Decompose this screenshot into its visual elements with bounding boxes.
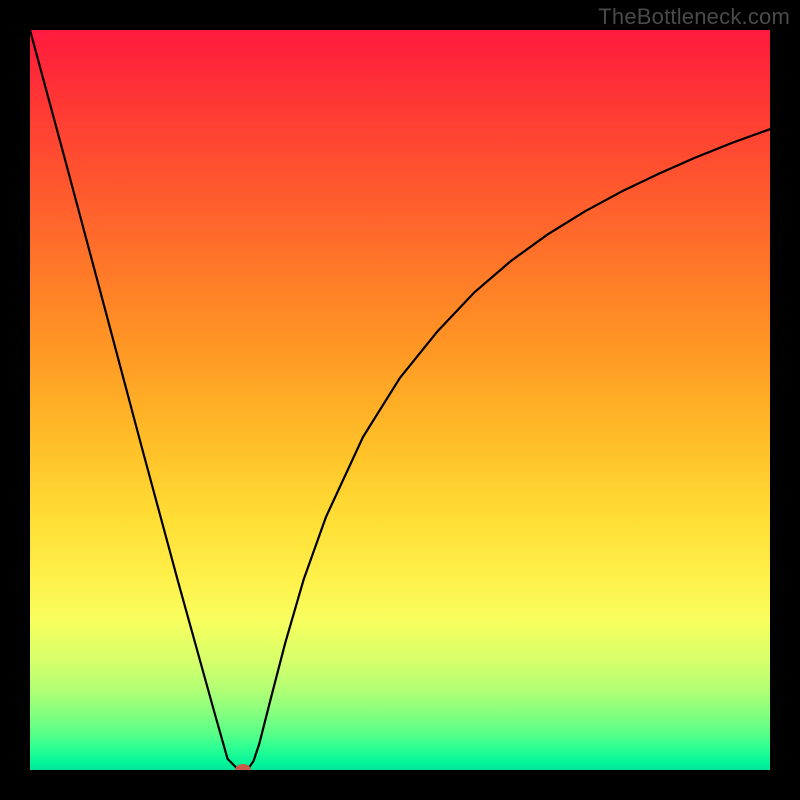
curve-svg (30, 30, 770, 770)
chart-frame: TheBottleneck.com (0, 0, 800, 800)
plot-area (30, 30, 770, 770)
bottleneck-curve (30, 30, 770, 770)
min-marker (235, 764, 251, 770)
watermark-text: TheBottleneck.com (598, 4, 790, 30)
